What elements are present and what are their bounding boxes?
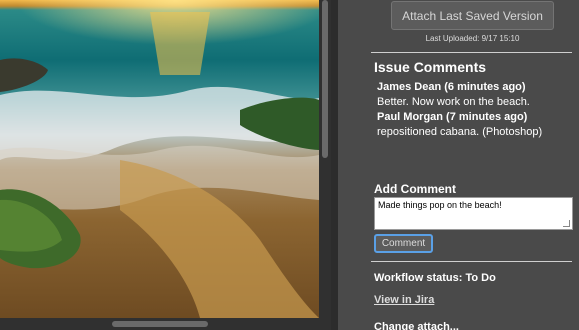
- vertical-scroll-thumb[interactable]: [322, 0, 328, 158]
- resize-grip-icon[interactable]: [563, 220, 570, 227]
- comment-author: Paul Morgan (7 minutes ago): [377, 111, 528, 123]
- comment-text: Better. Now work on the beach.: [377, 96, 530, 108]
- comment-author: James Dean (6 minutes ago): [377, 81, 526, 93]
- panel-splitter[interactable]: [331, 0, 338, 330]
- comment-button[interactable]: Comment: [374, 234, 433, 253]
- divider: [371, 261, 572, 262]
- last-uploaded-label: Last Uploaded: 9/17 15:10: [425, 34, 520, 43]
- view-in-jira-link[interactable]: View in Jira: [374, 294, 434, 306]
- attach-last-saved-button[interactable]: Attach Last Saved Version: [391, 1, 554, 30]
- comment-input-value: Made things pop on the beach!: [378, 200, 502, 210]
- issue-panel: Attach Last Saved Version Last Uploaded:…: [338, 0, 579, 330]
- workflow-status: Workflow status: To Do: [374, 272, 496, 284]
- cutoff-heading: Change attach...: [374, 321, 459, 330]
- image-canvas: [0, 0, 319, 318]
- comment-textarea[interactable]: Made things pop on the beach!: [374, 197, 573, 230]
- horizontal-scrollbar[interactable]: [0, 318, 331, 330]
- beach-sunset-photo: [0, 0, 319, 318]
- add-comment-heading: Add Comment: [374, 182, 456, 196]
- divider: [371, 52, 572, 53]
- issue-comments-heading: Issue Comments: [374, 59, 487, 75]
- horizontal-scroll-thumb[interactable]: [112, 321, 208, 327]
- comment-text: repositioned cabana. (Photoshop): [377, 126, 543, 138]
- vertical-scrollbar[interactable]: [319, 0, 331, 318]
